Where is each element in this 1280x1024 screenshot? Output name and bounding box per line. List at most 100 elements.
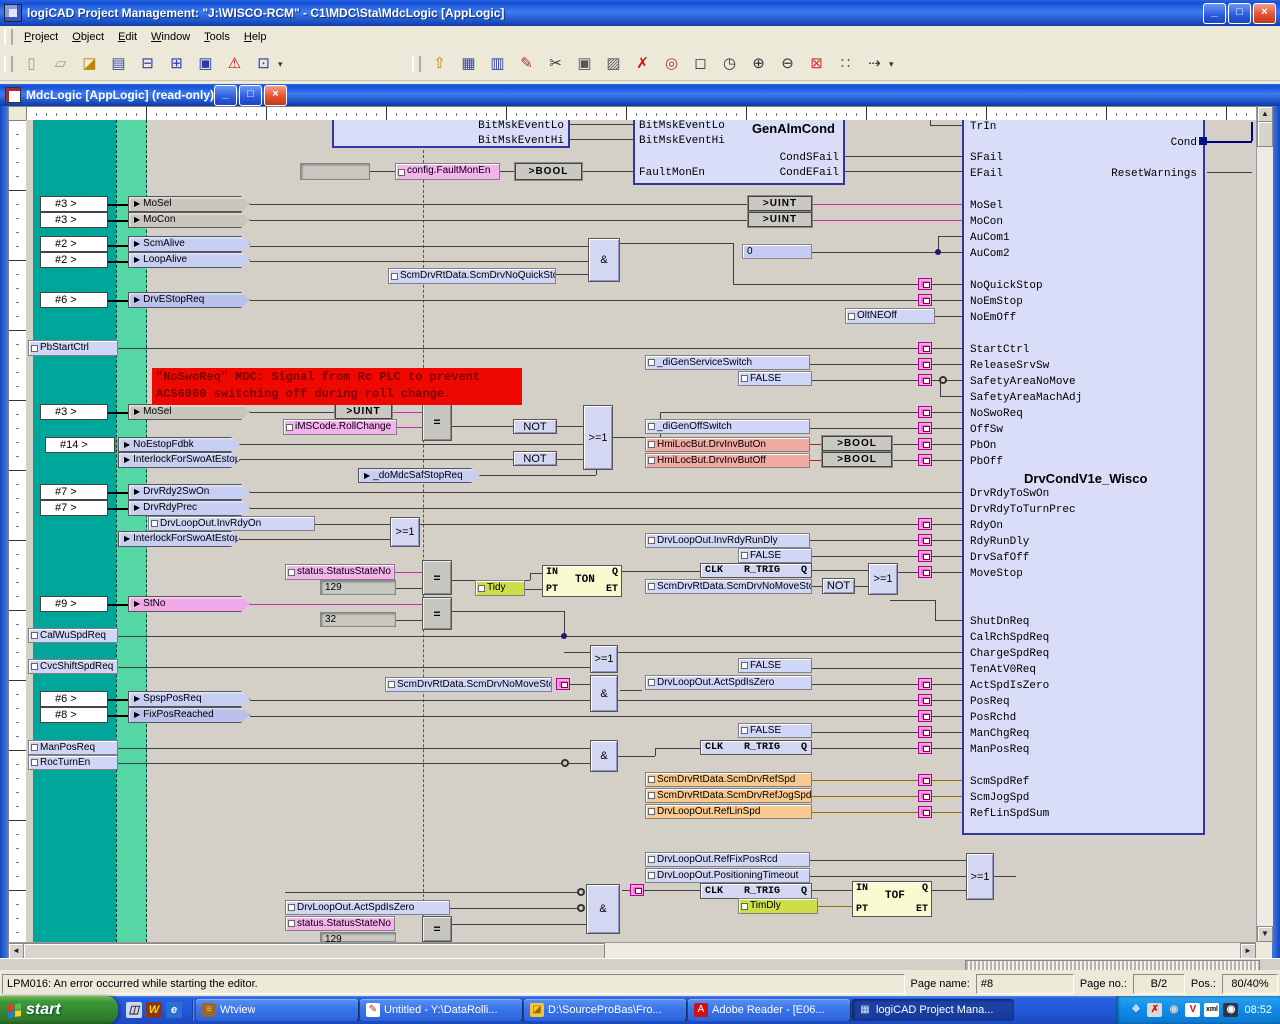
connector-flag-MoCon[interactable]: ▶MoCon bbox=[128, 212, 250, 228]
parent-object-button[interactable]: ⇧ bbox=[426, 51, 453, 77]
grid-button[interactable]: ∷ bbox=[832, 51, 859, 77]
block-0[interactable]: 0 bbox=[742, 244, 812, 259]
diagram-canvas[interactable]: BitMskEventLoBitMskEventHi GenAlmCondBitM… bbox=[26, 120, 1256, 942]
page-ref-#2>[interactable]: #2 > bbox=[40, 236, 108, 252]
task-button-4[interactable]: ▦logiCAD Project Mana... bbox=[852, 999, 1014, 1021]
var-label-ScmDrvRtData.ScmDrvNoQuickStop[interactable]: ScmDrvRtData.ScmDrvNoQuickStop bbox=[388, 268, 556, 284]
connector-flag-InterlockForSwoAtEstop[interactable]: ▶InterlockForSwoAtEstop bbox=[118, 452, 240, 468]
horizontal-scroll-thumb[interactable] bbox=[23, 943, 605, 959]
var-label-RocTurnEn[interactable]: RocTurnEn bbox=[28, 755, 118, 770]
tray-display-icon[interactable]: ◉ bbox=[1223, 1003, 1238, 1017]
var-label-_diGenServiceSwitch[interactable]: _diGenServiceSwitch bbox=[645, 355, 810, 370]
block-=[interactable]: = bbox=[422, 402, 452, 441]
open-project-button[interactable]: ◪ bbox=[76, 51, 103, 77]
connection-marker[interactable] bbox=[918, 406, 932, 418]
tray-agent-icon[interactable]: ◉ bbox=[1166, 1003, 1181, 1017]
connection-marker[interactable] bbox=[918, 438, 932, 450]
var-label-FALSE[interactable]: FALSE bbox=[738, 548, 812, 563]
connection-marker[interactable] bbox=[918, 518, 932, 530]
connection-marker[interactable] bbox=[918, 726, 932, 738]
var-label-DrvLoopOut.ActSpdIsZero[interactable]: DrvLoopOut.ActSpdIsZero bbox=[645, 675, 812, 690]
connection-marker[interactable] bbox=[918, 742, 932, 754]
document-title-bar[interactable]: MdcLogic [AppLogic] (read-only) _□× bbox=[0, 84, 1280, 106]
connection-marker[interactable] bbox=[918, 422, 932, 434]
connection-marker[interactable] bbox=[918, 806, 932, 818]
menu-edit[interactable]: Edit bbox=[111, 28, 144, 46]
block-=[interactable]: = bbox=[422, 916, 452, 942]
block-TON[interactable]: INQPTETTON bbox=[542, 565, 622, 597]
vertical-scrollbar[interactable]: ▲ ▼ bbox=[1256, 106, 1273, 942]
zoom-in-button[interactable]: ⊕ bbox=[745, 51, 772, 77]
var-label-status.StatusStateNo[interactable]: status.StatusStateNo bbox=[285, 564, 395, 580]
var-label-DrvLoopOut.PositioningTimeout[interactable]: DrvLoopOut.PositioningTimeout bbox=[645, 868, 810, 883]
open-document-button[interactable]: ▱ bbox=[47, 51, 74, 77]
block->=1[interactable]: >=1 bbox=[590, 645, 618, 673]
zoom-fit-button[interactable]: ⊠ bbox=[803, 51, 830, 77]
connection-mode-button[interactable]: ⇢ bbox=[861, 51, 888, 77]
menu-help[interactable]: Help bbox=[237, 28, 274, 46]
scroll-down-icon[interactable]: ▼ bbox=[1257, 926, 1273, 942]
connection-marker[interactable] bbox=[918, 774, 932, 786]
connector-flag-StNo[interactable]: ▶StNo bbox=[128, 596, 250, 612]
toolbar-grip[interactable] bbox=[4, 56, 13, 72]
page-ref-#3>[interactable]: #3 > bbox=[40, 404, 108, 420]
connection-marker[interactable] bbox=[918, 534, 932, 546]
var-label-_diGenOffSwitch[interactable]: _diGenOffSwitch bbox=[645, 419, 810, 434]
block->=1[interactable]: >=1 bbox=[390, 517, 420, 547]
menu-window[interactable]: Window bbox=[144, 28, 197, 46]
block-GenAlmCond[interactable]: GenAlmCondBitMskEventLoBitMskEventHiFaul… bbox=[633, 120, 845, 185]
connection-marker[interactable] bbox=[918, 294, 932, 306]
block-TOF[interactable]: INQPTETTOF bbox=[852, 881, 932, 917]
cut-button[interactable]: ✂ bbox=[542, 51, 569, 77]
block-partial-top[interactable]: BitMskEventLoBitMskEventHi bbox=[332, 120, 570, 148]
block-R_TRIG[interactable]: CLKR_TRIGQ bbox=[700, 740, 812, 755]
task-button-3[interactable]: AAdobe Reader - [E06... bbox=[688, 999, 850, 1021]
connection-marker[interactable] bbox=[918, 710, 932, 722]
object-properties-button[interactable]: ▤ bbox=[105, 51, 132, 77]
save-button[interactable]: ▦ bbox=[455, 51, 482, 77]
block->=1[interactable]: >=1 bbox=[868, 563, 898, 595]
var-label-DrvLoopOut.RefLinSpd[interactable]: DrvLoopOut.RefLinSpd bbox=[645, 804, 812, 819]
block->UINT[interactable]: >UINT bbox=[748, 196, 812, 211]
var-label-ScmDrvRtData.ScmDrvNoMoveStop[interactable]: ScmDrvRtData.ScmDrvNoMoveStop bbox=[645, 579, 812, 594]
connector-flag-_doMdcSafStopReq[interactable]: ▶_doMdcSafStopReq bbox=[358, 468, 480, 483]
var-label-PbStartCtrl[interactable]: PbStartCtrl bbox=[28, 340, 118, 356]
new-document-button[interactable]: ▯ bbox=[18, 51, 45, 77]
window-minimize-button[interactable]: _ bbox=[1203, 3, 1226, 24]
save-all-button[interactable]: ▥ bbox=[484, 51, 511, 77]
page-ref-#3>[interactable]: #3 > bbox=[40, 196, 108, 212]
block-32[interactable]: 32 bbox=[320, 612, 396, 627]
var-label-status.StatusStateNo[interactable]: status.StatusStateNo bbox=[285, 916, 395, 931]
document-minimize-button[interactable]: _ bbox=[214, 85, 237, 106]
block-NOT[interactable]: NOT bbox=[822, 578, 855, 594]
connector-flag-DrvRdy2SwOn[interactable]: ▶DrvRdy2SwOn bbox=[128, 484, 250, 500]
var-label-Tidy[interactable]: Tidy bbox=[475, 580, 525, 596]
menu-tools[interactable]: Tools bbox=[197, 28, 237, 46]
connector-flag-MoSel[interactable]: ▶MoSel bbox=[128, 404, 250, 420]
block->=1[interactable]: >=1 bbox=[583, 405, 613, 470]
block-129[interactable]: 129 bbox=[320, 932, 396, 942]
block->BOOL[interactable]: >BOOL bbox=[822, 452, 892, 467]
var-label-FALSE[interactable]: FALSE bbox=[738, 723, 812, 738]
title-bar[interactable]: logiCAD Project Management: "J:\WISCO-RC… bbox=[0, 0, 1280, 26]
connector-flag-InterlockForSwoAtEstop[interactable]: ▶InterlockForSwoAtEstop bbox=[118, 531, 240, 547]
tray-network-icon[interactable]: ❖ bbox=[1128, 1003, 1143, 1017]
copy-button[interactable]: ▣ bbox=[571, 51, 598, 77]
page-ref-#8>[interactable]: #8 > bbox=[40, 707, 108, 723]
tray-antivirus-icon[interactable]: V bbox=[1185, 1003, 1200, 1017]
page-ref-#7>[interactable]: #7 > bbox=[40, 484, 108, 500]
var-label-DrvLoopOut.ActSpdIsZero[interactable]: DrvLoopOut.ActSpdIsZero bbox=[285, 900, 450, 915]
connection-marker[interactable] bbox=[918, 342, 932, 354]
connector-flag-FixPosReached[interactable]: ▶FixPosReached bbox=[128, 707, 250, 723]
connector-flag-DrvRdyPrec[interactable]: ▶DrvRdyPrec bbox=[128, 500, 250, 516]
page-ref-#6>[interactable]: #6 > bbox=[40, 292, 108, 308]
var-label-OltNEOff[interactable]: OltNEOff bbox=[845, 308, 935, 324]
block-&[interactable]: & bbox=[588, 238, 620, 282]
var-label-DrvLoopOut.InvRdyOn[interactable]: DrvLoopOut.InvRdyOn bbox=[148, 516, 315, 531]
menu-object[interactable]: Object bbox=[65, 28, 111, 46]
toolbar-dropdown-icon2[interactable]: ▾ bbox=[889, 59, 899, 70]
block->UINT[interactable]: >UINT bbox=[748, 212, 812, 227]
document-close-button[interactable]: × bbox=[264, 85, 287, 106]
block-&[interactable]: & bbox=[586, 884, 620, 934]
connector-flag-DrvEStopReq[interactable]: ▶DrvEStopReq bbox=[128, 292, 250, 308]
